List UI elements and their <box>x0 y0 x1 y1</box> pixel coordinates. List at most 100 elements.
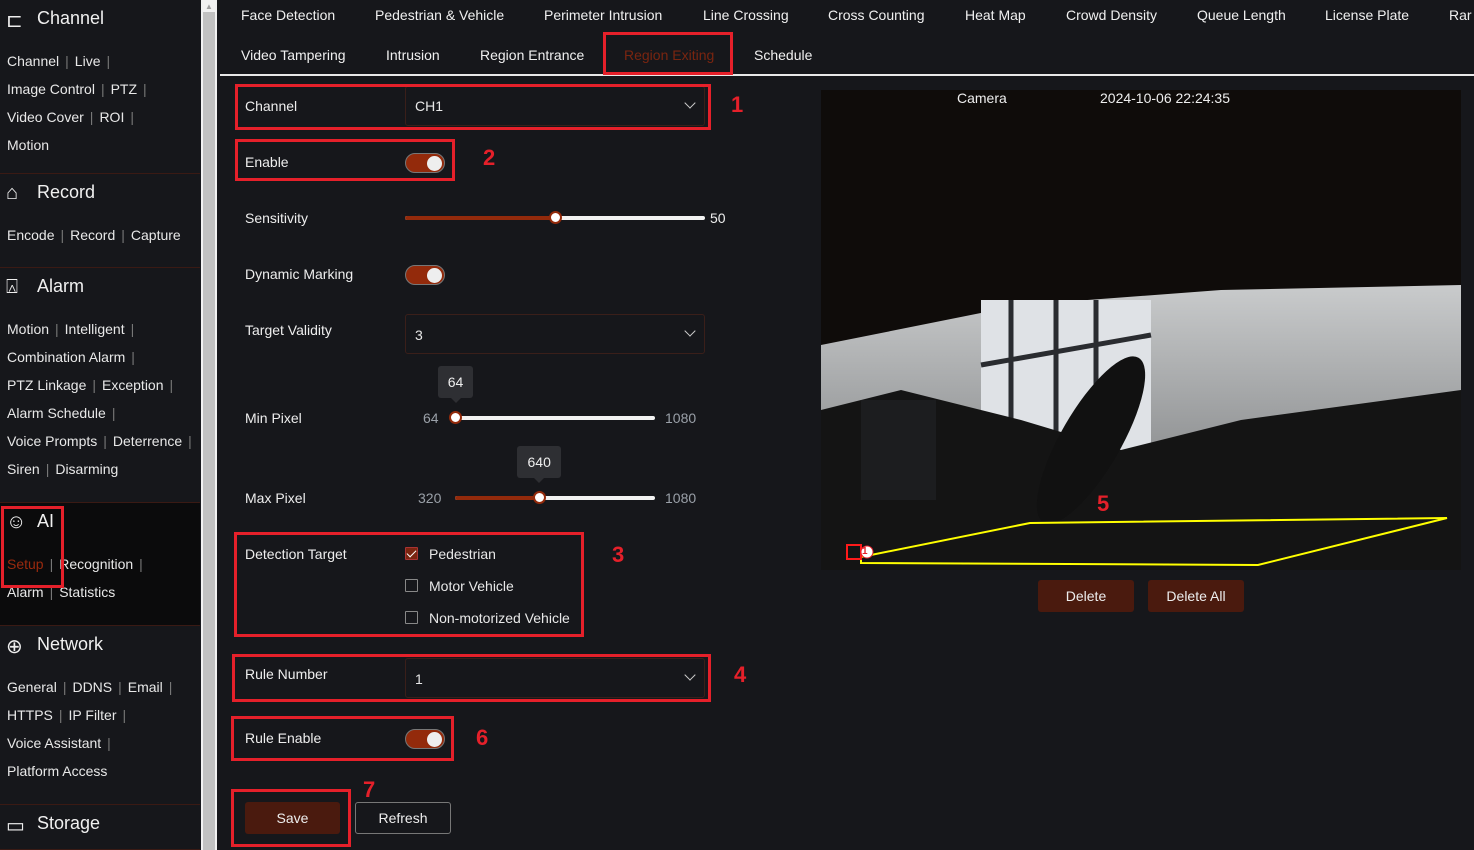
dynamic-marking-toggle[interactable] <box>405 265 445 285</box>
min-pixel-min: 64 <box>423 410 439 426</box>
link-separator: | <box>131 349 135 365</box>
sidebar-link-voice-prompts[interactable]: Voice Prompts <box>7 433 97 449</box>
sidebar-link-statistics[interactable]: Statistics <box>59 584 115 600</box>
sidebar-scrollbar[interactable]: ▲ <box>201 0 217 850</box>
link-separator: | <box>168 679 173 695</box>
sidebar-link-combination-alarm[interactable]: Combination Alarm <box>7 349 125 365</box>
sidebar-link-platform-access[interactable]: Platform Access <box>7 763 107 779</box>
sidebar-section-title[interactable]: Network <box>37 634 103 655</box>
sidebar-link-motion[interactable]: Motion <box>7 137 49 153</box>
tab-rar[interactable]: Rar <box>1449 7 1472 23</box>
sidebar-link-exception[interactable]: Exception <box>102 377 163 393</box>
sidebar-link-record[interactable]: Record <box>70 227 115 243</box>
sidebar-link-alarm-schedule[interactable]: Alarm Schedule <box>7 405 106 421</box>
target-validity-label: Target Validity <box>245 322 332 338</box>
sidebar-link-recognition[interactable]: Recognition <box>59 556 133 572</box>
slider-tooltip: 64 <box>438 366 473 403</box>
sidebar-link-siren[interactable]: Siren <box>7 461 40 477</box>
link-separator: | <box>103 433 107 449</box>
chevron-down-icon <box>684 325 696 337</box>
max-pixel-max: 1080 <box>665 490 697 506</box>
target-validity-value: 3 <box>415 327 423 343</box>
sidebar-link-email[interactable]: Email <box>128 679 163 695</box>
sidebar-link-channel[interactable]: Channel <box>7 53 59 69</box>
slider-thumb[interactable] <box>549 211 562 224</box>
sidebar-section-record: ⌂ Record Encode | Record | Capture <box>0 174 200 268</box>
delete-all-button[interactable]: Delete All <box>1148 580 1244 612</box>
sidebar-link-ptz[interactable]: PTZ <box>111 81 137 97</box>
tab-video-tampering[interactable]: Video Tampering <box>241 47 346 63</box>
link-separator: | <box>130 109 134 125</box>
annotation-number: 4 <box>734 662 747 687</box>
min-pixel-max: 1080 <box>665 410 697 426</box>
max-pixel-label: Max Pixel <box>245 490 306 506</box>
tab-perimeter-intrusion[interactable]: Perimeter Intrusion <box>544 7 662 23</box>
annotation-number: 3 <box>612 542 625 567</box>
tab-cross-counting[interactable]: Cross Counting <box>828 7 925 23</box>
tab-queue-length[interactable]: Queue Length <box>1197 7 1286 23</box>
min-pixel-label: Min Pixel <box>245 410 302 426</box>
dynamic-marking-label: Dynamic Marking <box>245 266 354 282</box>
slider-thumb[interactable] <box>533 491 547 504</box>
annotation-box-4 <box>232 654 711 702</box>
link-separator: | <box>45 461 50 477</box>
tab-heat-map[interactable]: Heat Map <box>965 7 1026 23</box>
sidebar-link-live[interactable]: Live <box>75 53 101 69</box>
scrollbar-thumb[interactable] <box>203 12 215 850</box>
camera-name-osd: Camera <box>957 90 1007 106</box>
delete-button[interactable]: Delete <box>1038 580 1134 612</box>
sidebar-link-general[interactable]: General <box>7 679 57 695</box>
globe-icon: ⊕ <box>6 636 23 658</box>
sidebar-link-ptz-linkage[interactable]: PTZ Linkage <box>7 377 86 393</box>
target-validity-select[interactable]: 3 <box>405 314 705 354</box>
tab-pedestrian-vehicle[interactable]: Pedestrian & Vehicle <box>375 7 504 23</box>
sidebar-section-title[interactable]: Storage <box>37 813 100 834</box>
tab-region-entrance[interactable]: Region Entrance <box>480 47 584 63</box>
sidebar-link-encode[interactable]: Encode <box>7 227 54 243</box>
sidebar-section-title[interactable]: Record <box>37 182 95 203</box>
video-camera-icon: ⌂ <box>6 182 19 204</box>
refresh-button[interactable]: Refresh <box>355 802 451 834</box>
tab-schedule[interactable]: Schedule <box>754 47 812 63</box>
annotation-number: 1 <box>731 92 744 117</box>
sidebar-link-ddns[interactable]: DDNS <box>72 679 112 695</box>
min-pixel-slider[interactable]: 64 <box>438 366 655 424</box>
link-separator: | <box>188 433 192 449</box>
sidebar-link-image-control[interactable]: Image Control <box>7 81 95 97</box>
camera-preview[interactable]: 1 Camera 2024-10-06 22:24:35 <box>821 90 1461 570</box>
tab-line-crossing[interactable]: Line Crossing <box>703 7 789 23</box>
sidebar-link-intelligent[interactable]: Intelligent <box>65 321 125 337</box>
link-separator: | <box>62 679 67 695</box>
scroll-up-icon[interactable]: ▲ <box>205 2 213 11</box>
sidebar-link-disarming[interactable]: Disarming <box>55 461 118 477</box>
sensitivity-slider[interactable] <box>405 211 705 224</box>
slider-thumb[interactable] <box>449 411 462 424</box>
sidebar-link-ip-filter[interactable]: IP Filter <box>69 707 117 723</box>
sidebar-link-capture[interactable]: Capture <box>131 227 181 243</box>
link-separator: | <box>106 53 111 69</box>
tab-intrusion[interactable]: Intrusion <box>386 47 440 63</box>
sidebar-link-voice-assistant[interactable]: Voice Assistant <box>7 735 101 751</box>
annotation-box-7 <box>231 789 351 847</box>
max-pixel-slider[interactable]: 640 <box>455 446 655 504</box>
link-separator: | <box>111 405 116 421</box>
sidebar-section-title[interactable]: Channel <box>37 8 104 29</box>
annotation-box-2 <box>235 139 455 181</box>
link-separator: | <box>100 81 105 97</box>
tab-license-plate[interactable]: License Plate <box>1325 7 1409 23</box>
tab-crowd-density[interactable]: Crowd Density <box>1066 7 1157 23</box>
sidebar-link-roi[interactable]: ROI <box>99 109 124 125</box>
annotation-box-ai <box>1 506 64 588</box>
sidebar-link-https[interactable]: HTTPS <box>7 707 53 723</box>
sidebar-link-motion[interactable]: Motion <box>7 321 49 337</box>
sensitivity-value: 50 <box>710 210 726 226</box>
link-separator: | <box>130 321 135 337</box>
link-separator: | <box>121 227 125 243</box>
sidebar-link-video-cover[interactable]: Video Cover <box>7 109 84 125</box>
sidebar-link-deterrence[interactable]: Deterrence <box>113 433 182 449</box>
annotation-box-6 <box>231 716 454 761</box>
camera-timestamp-osd: 2024-10-06 22:24:35 <box>1100 90 1230 106</box>
link-separator: | <box>143 81 147 97</box>
sidebar-section-title[interactable]: Alarm <box>37 276 84 297</box>
tab-face-detection[interactable]: Face Detection <box>241 7 335 23</box>
